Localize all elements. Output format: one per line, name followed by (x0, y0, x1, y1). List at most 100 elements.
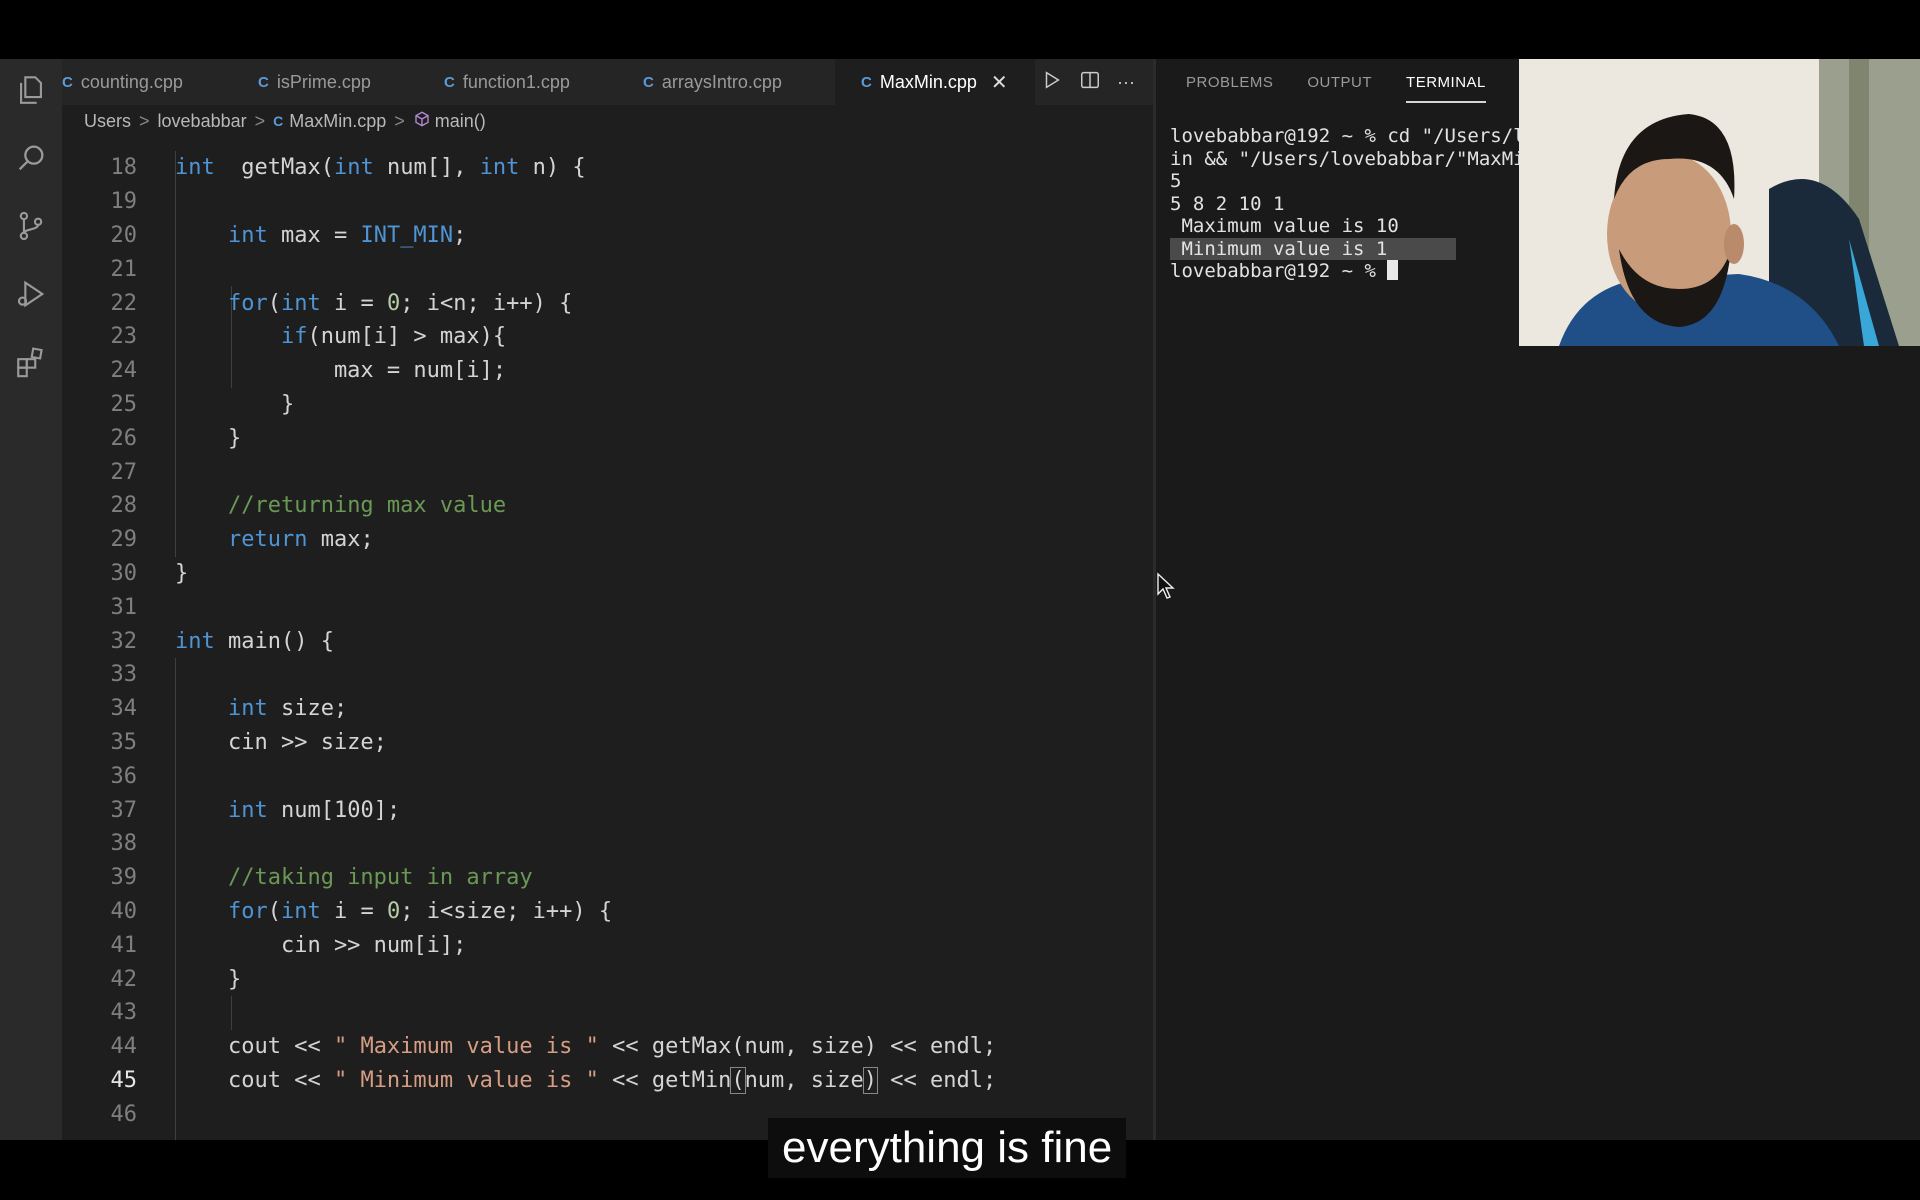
code-token: << endl; (877, 1067, 997, 1093)
breadcrumb-item-symbol[interactable]: main() (435, 111, 486, 132)
code-token: 0 (386, 290, 401, 316)
code-line[interactable]: 41 cin >> num[i]; (62, 928, 1153, 962)
code-token: cout << (175, 1067, 334, 1093)
code-token: } (175, 966, 242, 992)
code-line[interactable]: 37 int num[100]; (62, 793, 1153, 827)
editor-tab-bar: C counting.cpp C isPrime.cpp C function1… (62, 59, 1153, 105)
code-token: int (479, 155, 520, 181)
code-line[interactable]: 32 int main() { (62, 624, 1153, 658)
terminal-line: in && "/Users/lovebabbar/"MaxMi (1170, 147, 1525, 170)
code-token: ; i<size; i++) { (400, 898, 613, 924)
line-number: 26 (110, 425, 138, 451)
breadcrumb-item-users[interactable]: Users (84, 111, 131, 132)
split-editor-icon[interactable] (1079, 69, 1101, 96)
line-number: 32 (110, 628, 138, 654)
tab-function1[interactable]: C function1.cpp (444, 59, 644, 105)
line-number: 40 (110, 898, 138, 924)
tab-problems[interactable]: PROBLEMS (1186, 74, 1273, 91)
code-line[interactable]: 20 int max = INT_MIN; (62, 219, 1153, 253)
code-line[interactable]: 43 (62, 996, 1153, 1030)
search-icon[interactable] (12, 139, 50, 177)
tab-output[interactable]: OUTPUT (1307, 74, 1372, 91)
close-tab-icon[interactable]: ✕ (991, 70, 1008, 95)
code-token: int (175, 628, 215, 654)
code-token: ( (267, 290, 281, 316)
code-line[interactable]: 33 (62, 658, 1153, 692)
line-number: 41 (110, 932, 138, 958)
cpp-file-icon: C (861, 73, 872, 91)
code-line[interactable]: 25 } (62, 388, 1153, 422)
code-line[interactable]: 42 } (62, 962, 1153, 996)
code-line[interactable]: 26 } (62, 421, 1153, 455)
editor-actions: ··· (1041, 59, 1135, 105)
code-line[interactable]: 18 int getMax(int num[], int n) { (62, 151, 1153, 185)
code-token: ( (730, 1066, 746, 1094)
code-token: int (280, 290, 321, 316)
line-number: 22 (110, 290, 138, 316)
tab-arraysintro[interactable]: C arraysIntro.cpp (643, 59, 853, 105)
code-token: num[], (373, 155, 480, 181)
code-line[interactable]: 30} (62, 557, 1153, 591)
code-line[interactable]: 27 (62, 455, 1153, 489)
breadcrumb-separator: > (254, 110, 266, 131)
code-token: num[100]; (267, 797, 401, 823)
breadcrumb: Users > lovebabbar > C MaxMin.cpp > main… (62, 105, 1153, 137)
line-number: 27 (110, 459, 138, 485)
tab-isprime[interactable]: C isPrime.cpp (258, 59, 448, 105)
run-icon[interactable] (1041, 69, 1063, 96)
code-line[interactable]: 34 int size; (62, 692, 1153, 726)
more-actions-icon[interactable]: ··· (1117, 72, 1135, 93)
cpp-file-icon: C (643, 73, 654, 91)
code-line[interactable]: 29 return max; (62, 523, 1153, 557)
tab-maxmin[interactable]: C MaxMin.cpp ✕ (835, 59, 1035, 105)
breadcrumb-item-file[interactable]: MaxMin.cpp (289, 111, 386, 132)
line-number: 44 (110, 1034, 138, 1060)
code-line[interactable]: 45 cout << " Minimum value is " << getMi… (62, 1064, 1153, 1098)
line-number: 24 (110, 358, 138, 384)
code-token: << getMin (598, 1067, 732, 1093)
code-line[interactable]: 22 for(int i = 0; i<n; i++) { (62, 286, 1153, 320)
code-line[interactable]: 24 max = num[i]; (62, 354, 1153, 388)
code-line[interactable]: 31 (62, 590, 1153, 624)
line-number: 23 (110, 324, 138, 350)
terminal-output[interactable]: lovebabbar@192 ~ % cd "/Users/l in && "/U… (1170, 125, 1525, 283)
code-line[interactable]: 40 for(int i = 0; i<size; i++) { (62, 895, 1153, 929)
code-token: //taking input in array (227, 865, 533, 891)
breadcrumb-separator: > (394, 110, 405, 131)
code-token: n) { (519, 155, 586, 181)
line-number: 29 (110, 527, 138, 553)
breadcrumb-item-lovebabbar[interactable]: lovebabbar (158, 111, 247, 132)
code-line[interactable]: 44 cout << " Maximum value is " << getMa… (62, 1030, 1153, 1064)
code-line[interactable]: 39 //taking input in array (62, 861, 1153, 895)
line-number: 33 (110, 662, 138, 688)
code-token: i = (320, 898, 387, 924)
code-line[interactable]: 38 (62, 827, 1153, 861)
code-line[interactable]: 21 (62, 252, 1153, 286)
code-line[interactable]: 35 cin >> size; (62, 726, 1153, 760)
cpp-file-icon: C (62, 73, 73, 91)
line-number: 37 (110, 797, 138, 823)
tab-terminal[interactable]: TERMINAL (1406, 62, 1486, 103)
run-debug-icon[interactable] (12, 275, 50, 313)
code-token: max = num[i]; (175, 358, 507, 384)
line-number: 19 (110, 189, 138, 215)
code-token: } (175, 560, 189, 586)
code-token: << getMax(num, size) << endl; (598, 1034, 997, 1060)
video-top-letterbox (0, 0, 1920, 59)
code-token: ) (862, 1066, 879, 1094)
code-line[interactable]: 28 //returning max value (62, 489, 1153, 523)
mouse-pointer-icon (1156, 572, 1176, 605)
code-editor[interactable]: 18 int getMax(int num[], int n) {19 20 int… (62, 151, 1153, 1140)
source-control-icon[interactable] (12, 207, 50, 245)
code-token: getMax( (214, 155, 334, 181)
explorer-icon[interactable] (12, 71, 50, 109)
line-number: 31 (110, 594, 138, 620)
tab-counting[interactable]: C counting.cpp (62, 59, 262, 105)
extensions-icon[interactable] (12, 343, 50, 381)
code-token: return (227, 527, 308, 553)
code-line[interactable]: 23 if (num[i] > max){ (62, 320, 1153, 354)
code-line[interactable]: 19 (62, 185, 1153, 219)
code-line[interactable]: 36 (62, 759, 1153, 793)
